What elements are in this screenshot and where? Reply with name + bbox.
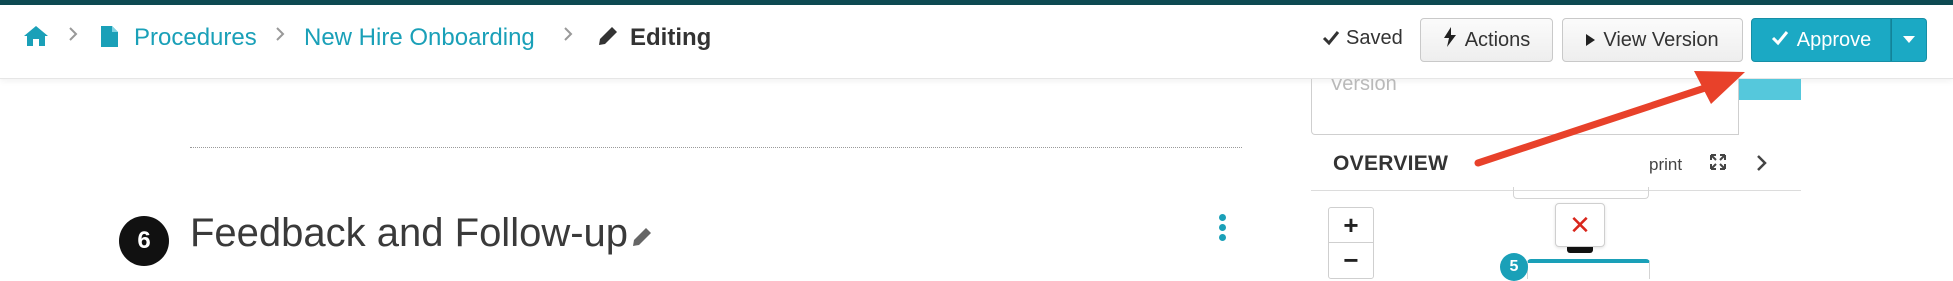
flow-node[interactable]	[1527, 259, 1650, 279]
check-icon	[1322, 27, 1346, 49]
section-divider	[190, 147, 1242, 148]
chevron-right-icon	[275, 27, 286, 41]
zoom-controls: + −	[1328, 207, 1374, 279]
view-version-label: View Version	[1603, 28, 1719, 51]
breadcrumb-procedures[interactable]: Procedures	[134, 24, 257, 52]
saved-label: Saved	[1346, 27, 1403, 49]
breadcrumb-new-hire-onboarding[interactable]: New Hire Onboarding	[304, 24, 535, 52]
expand-icon[interactable]	[1709, 153, 1727, 176]
version-input[interactable]: Version	[1311, 79, 1739, 135]
bolt-icon	[1443, 27, 1457, 53]
view-version-button[interactable]: View Version	[1562, 18, 1743, 62]
home-icon[interactable]	[22, 24, 50, 55]
pencil-icon	[597, 25, 619, 54]
check-icon	[1771, 29, 1789, 52]
overview-header: OVERVIEW print	[1311, 145, 1801, 191]
actions-label: Actions	[1464, 28, 1531, 51]
approve-button[interactable]: Approve	[1751, 18, 1891, 62]
document-icon	[101, 26, 118, 54]
saved-status: Saved	[1322, 27, 1403, 50]
chevron-right-icon[interactable]	[1755, 154, 1767, 177]
actions-button[interactable]: Actions	[1420, 18, 1553, 62]
zoom-out-button[interactable]: −	[1329, 243, 1373, 278]
flow-node-previous	[1513, 187, 1649, 199]
caret-down-icon	[1903, 31, 1915, 49]
step-title: Feedback and Follow-up	[190, 211, 629, 255]
approve-dropdown-toggle[interactable]	[1891, 18, 1927, 62]
flow-node-number: 5	[1500, 253, 1528, 281]
kebab-menu-icon[interactable]	[1216, 214, 1228, 246]
version-submit-button[interactable]	[1739, 79, 1801, 100]
pencil-icon[interactable]	[630, 225, 654, 254]
approve-label: Approve	[1796, 28, 1872, 51]
breadcrumb-editing: Editing	[630, 24, 712, 51]
play-icon	[1586, 29, 1596, 52]
overview-title: OVERVIEW	[1333, 152, 1449, 175]
version-input-value: Version	[1330, 79, 1397, 95]
delete-node-pointer	[1567, 247, 1593, 253]
zoom-in-button[interactable]: +	[1329, 208, 1373, 243]
step-number-badge: 6	[119, 216, 169, 266]
chevron-right-icon	[68, 27, 79, 41]
chevron-right-icon	[563, 27, 574, 41]
print-link[interactable]: print	[1649, 155, 1682, 175]
delete-node-button[interactable]: ✕	[1555, 203, 1605, 247]
